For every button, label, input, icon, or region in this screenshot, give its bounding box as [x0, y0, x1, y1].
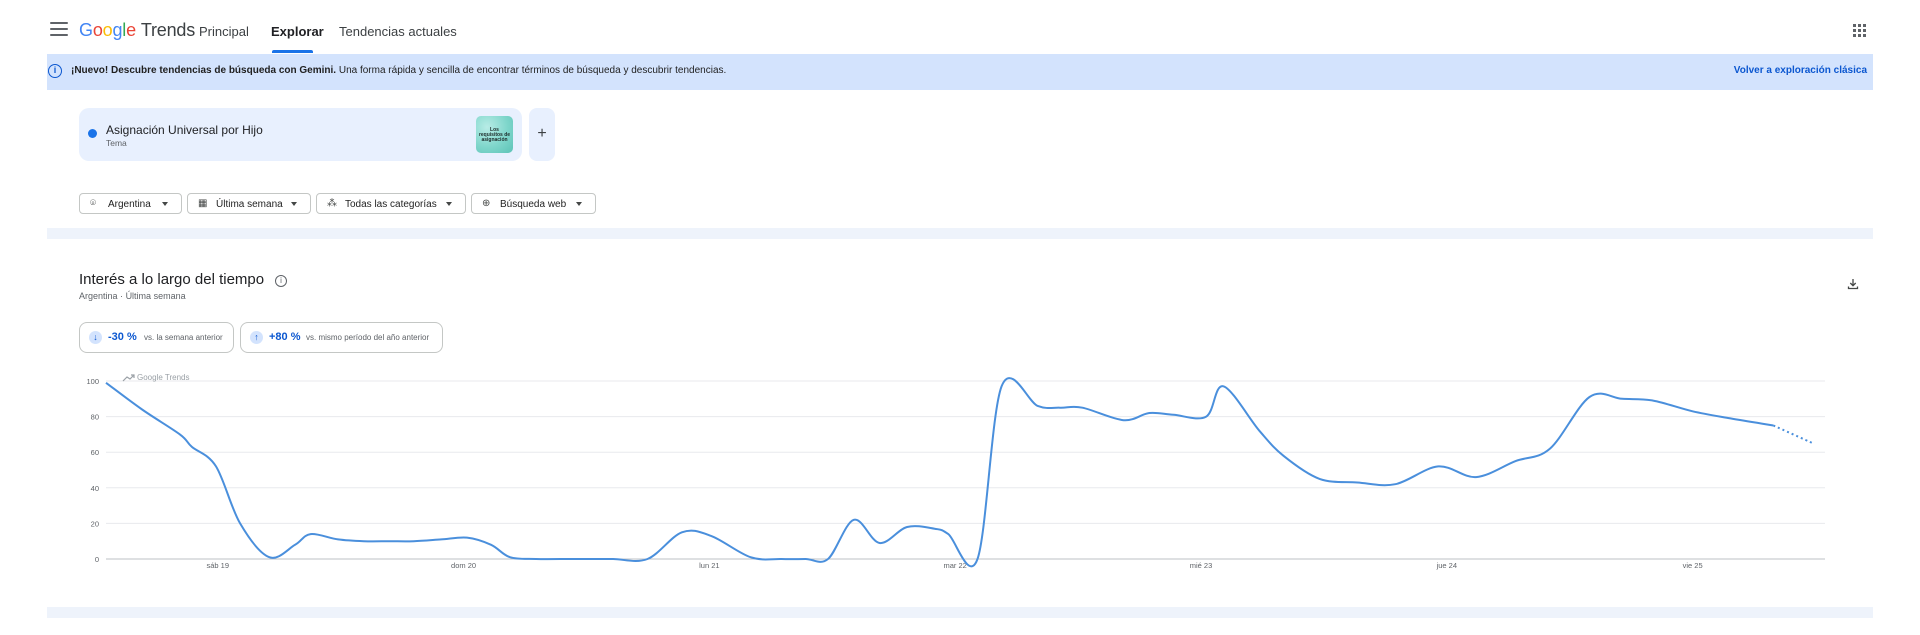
- series-line: [105, 377, 1774, 568]
- y-tick-label: 100: [86, 377, 99, 386]
- series-line-partial: [1772, 424, 1814, 445]
- chart-watermark: Google Trends: [137, 373, 189, 382]
- y-tick-label: 40: [91, 484, 99, 493]
- y-tick-label: 80: [91, 413, 99, 422]
- trending-icon: [122, 374, 135, 382]
- y-tick-label: 20: [91, 519, 99, 528]
- x-tick-label: lun 21: [699, 561, 719, 570]
- x-tick-label: sáb 19: [206, 561, 229, 570]
- section-separator: [47, 607, 1873, 618]
- y-tick-label: 0: [95, 555, 99, 564]
- x-tick-label: dom 20: [451, 561, 476, 570]
- x-tick-label: mié 23: [1190, 561, 1213, 570]
- x-tick-label: mar 22: [944, 561, 967, 570]
- x-tick-label: jue 24: [1436, 561, 1457, 570]
- interest-line-chart: Google Trends 0 20 40 60 80 100 sáb 19 dom 20 l…: [86, 373, 1825, 570]
- y-tick-label: 60: [91, 448, 99, 457]
- x-tick-label: vie 25: [1683, 561, 1703, 570]
